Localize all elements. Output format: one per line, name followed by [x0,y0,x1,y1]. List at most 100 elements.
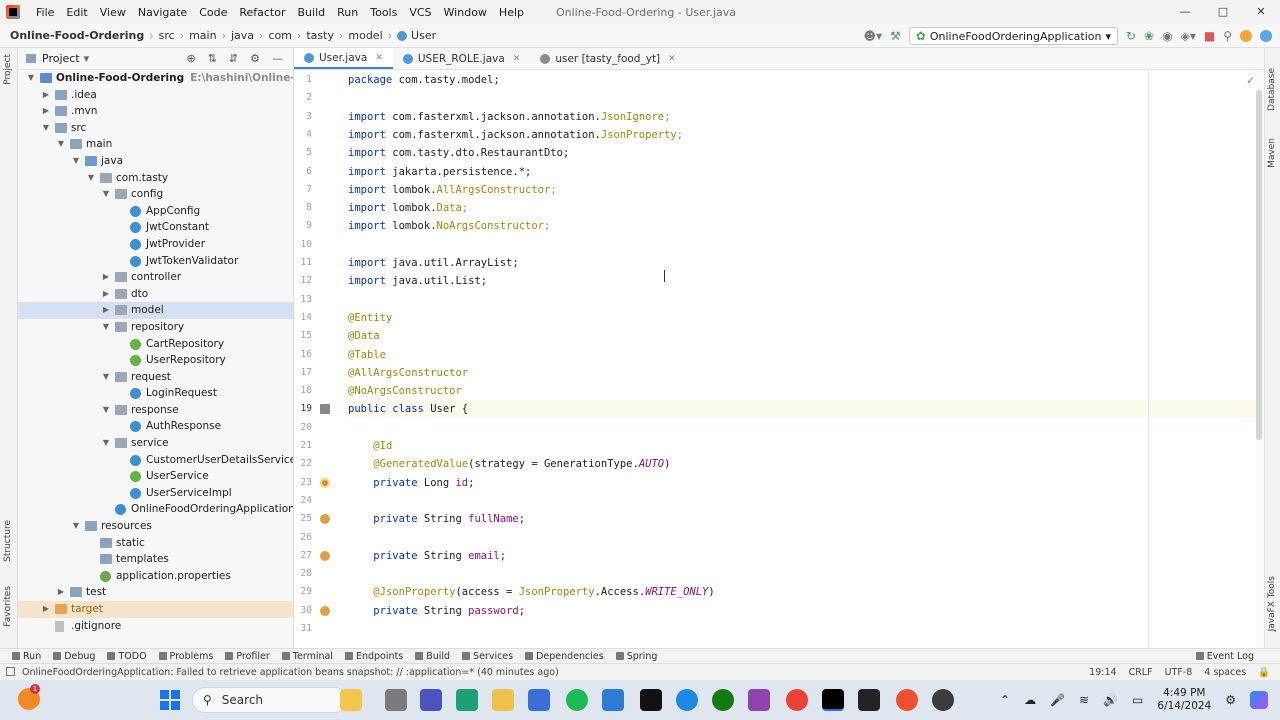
line-number[interactable]: 6 [294,166,312,177]
line-number[interactable]: 12 [294,275,312,286]
tree-item[interactable]: JwtProvider [18,236,293,253]
spotify-icon[interactable] [566,689,588,711]
tree-item[interactable]: ▼ config [18,186,293,203]
menu-item-file[interactable]: File [30,6,60,19]
code-line[interactable]: private String email; [348,547,506,565]
line-number[interactable]: 13 [294,294,312,305]
menu-item-window[interactable]: Window [438,6,493,19]
javafx-side-tab[interactable]: JavaFX Tools [1267,576,1277,631]
tree-item[interactable]: JwtConstant [18,219,293,236]
tree-item[interactable]: ▶ controller [18,269,293,286]
clock[interactable]: 4:49 PM 6/14/2024 [1157,687,1211,713]
copilot-icon[interactable] [1250,691,1268,709]
menu-item-build[interactable]: Build [292,6,332,19]
file-encoding[interactable]: UTF-8 [1165,667,1193,678]
tree-item[interactable]: ▼ resources [18,518,293,535]
chrome-icon[interactable] [786,689,808,711]
code-line[interactable]: import java.util.List; [348,272,487,290]
teams-icon[interactable] [420,689,442,711]
line-number[interactable]: 25 [294,513,312,524]
debug-bug-icon[interactable]: ❀ [1144,29,1154,43]
chevron-down-icon[interactable]: ▼ [101,402,111,419]
chevron-right-icon[interactable]: ▶ [101,286,111,303]
volume-icon[interactable]: 🔊 [1103,693,1118,707]
line-number[interactable]: 8 [294,202,312,213]
line-number[interactable]: 20 [294,422,312,433]
edge-browser-icon[interactable] [456,689,478,711]
code-line[interactable]: private String fullName; [348,510,525,528]
coverage-icon[interactable]: ◉ [1162,29,1172,43]
battery-icon[interactable]: ▭ [1132,693,1143,707]
breadcrumb-item[interactable]: tasty [306,29,334,42]
menu-item-navigate[interactable]: Navigate [132,6,193,19]
line-number[interactable]: 2 [294,92,312,103]
project-panel-title[interactable]: Project [42,52,80,65]
maven-side-tab[interactable]: Maven [1267,138,1277,168]
line-number[interactable]: 9 [294,220,312,231]
code-line[interactable]: private String password; [348,602,525,620]
line-number[interactable]: 1 [294,74,312,85]
code-line[interactable]: import lombok.NoArgsConstructor; [348,217,550,235]
taskbar-search[interactable]: ⚲ Search [192,687,348,713]
database-side-tab[interactable]: Database [1267,68,1277,111]
code-line[interactable]: import lombok.AllArgsConstructor; [348,181,557,199]
menu-item-help[interactable]: Help [493,6,530,19]
messenger-icon[interactable] [676,689,698,711]
code-line[interactable]: package com.tasty.model; [348,71,500,89]
line-number[interactable]: 27 [294,550,312,561]
widget-emoji-icon[interactable] [340,689,362,711]
run-configuration-select[interactable]: ✿ OnlineFoodOrderingApplication ▾ [908,27,1118,45]
code-line[interactable]: @GeneratedValue(strategy = GenerationTyp… [348,455,670,473]
indent-setting[interactable]: 4 spaces [1204,667,1246,678]
project-side-tab[interactable]: Project [3,54,13,85]
xbox-icon[interactable] [712,689,734,711]
tree-item[interactable]: ▼ response [18,402,293,419]
close-tab-icon[interactable]: ✕ [668,54,676,64]
profiler-icon[interactable]: ◈▾ [1181,29,1196,43]
status-panel-toggle-icon[interactable] [6,667,15,676]
tree-item[interactable]: AppConfig [18,203,293,220]
tree-item[interactable]: ▶ .idea [18,87,293,104]
structure-side-tab[interactable]: Structure [3,520,13,562]
code-line[interactable]: @AllArgsConstructor [348,364,468,382]
chevron-right-icon[interactable]: ▶ [41,103,51,120]
chevron-right-icon[interactable]: ▶ [101,269,111,286]
editor-scroll-thumb[interactable] [1256,90,1262,440]
chevron-right-icon[interactable]: ▶ [41,601,51,618]
breadcrumb-item[interactable]: com [268,29,292,42]
menu-item-tools[interactable]: Tools [364,6,403,19]
line-number[interactable]: 26 [294,532,312,543]
tree-item[interactable]: ▼ service [18,435,293,452]
lock-icon[interactable]: 🔒 [1258,667,1270,678]
collapse-all-icon[interactable]: ⇵ [229,52,238,65]
chevron-down-icon[interactable]: ▼ [71,518,81,535]
code-line[interactable]: @JsonProperty(access = JsonProperty.Acce… [348,583,714,601]
tree-item[interactable]: UserServiceImpl [18,485,293,502]
tree-item[interactable]: ▼ request [18,369,293,386]
event-log-button[interactable]: Event Log [1195,651,1254,662]
mail-icon[interactable] [602,689,624,711]
code-line[interactable]: private Long id; [348,474,474,492]
line-number[interactable]: 23 [294,477,312,488]
file-explorer-icon[interactable] [492,689,514,711]
build-hammer-icon[interactable]: ⚒ [890,29,901,43]
bean-gutter-icon[interactable] [320,550,330,561]
code-line[interactable]: import com.fasterxml.jackson.annotation.… [348,126,683,144]
tree-item[interactable]: ▶ .mvn [18,103,293,120]
tree-item[interactable]: ▼ com.tasty [18,170,293,187]
favorites-side-tab[interactable]: Favorites [3,586,13,627]
onedrive-cloud-icon[interactable]: ☁ [1024,693,1036,707]
tree-item[interactable]: .gitignore [18,618,293,635]
close-tab-icon[interactable]: ✕ [375,53,383,63]
code-line[interactable]: import com.fasterxml.jackson.annotation.… [348,108,670,126]
chevron-right-icon[interactable]: ▶ [101,302,111,319]
chevron-right-icon[interactable]: ▶ [41,87,51,104]
editor-tab[interactable]: User.java ✕ [294,48,393,69]
bean-gutter-icon[interactable] [320,514,330,525]
tree-item[interactable]: LoginRequest [18,385,293,402]
minimize-icon[interactable]: — [1166,0,1204,24]
settings-gear-icon[interactable]: ⚙ [1225,693,1236,707]
search-everywhere-icon[interactable]: ⚲ [1223,29,1232,43]
chevron-down-icon[interactable]: ▼ [26,70,36,87]
chevron-down-icon[interactable]: ▼ [101,435,111,452]
